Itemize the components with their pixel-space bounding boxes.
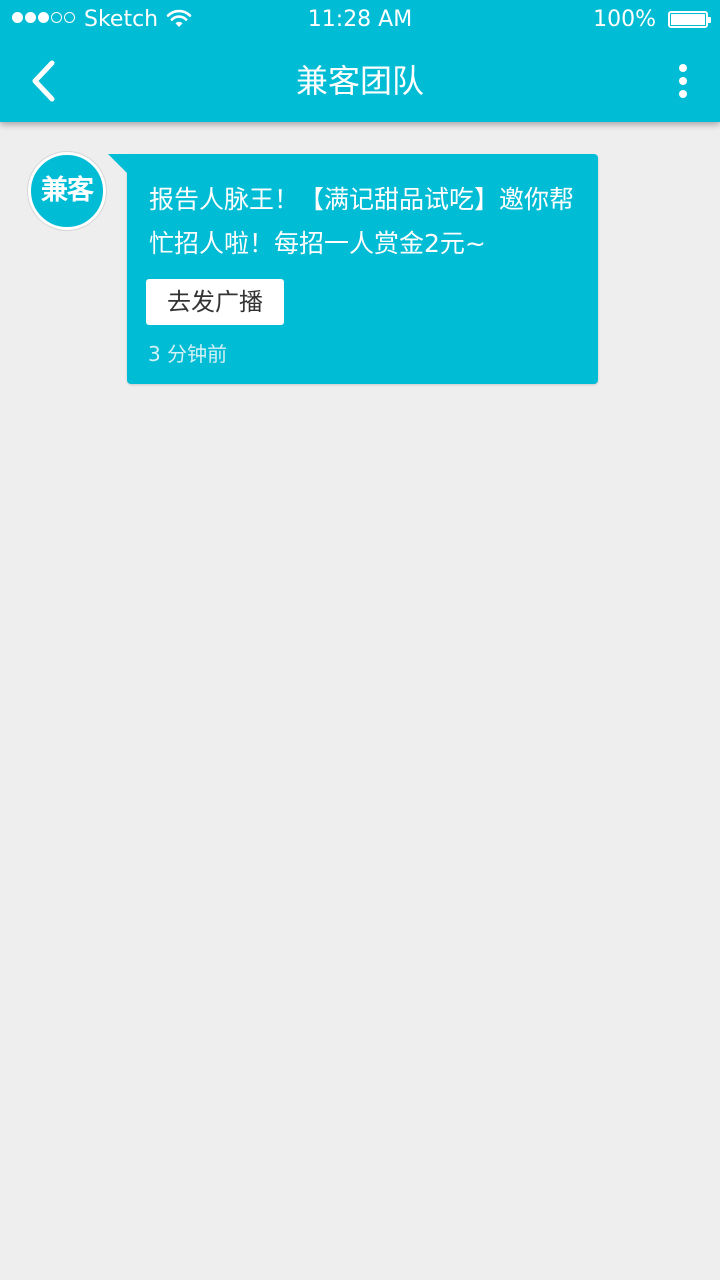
navigation-bar: 兼客团队	[0, 40, 720, 122]
message-timestamp: 3 分钟前	[148, 342, 228, 366]
broadcast-button[interactable]: 去发广播	[146, 279, 284, 325]
message-text: 报告人脉王！【满记甜品试吃】邀你帮忙招人啦！每招一人赏金2元~	[149, 185, 575, 258]
more-menu-button[interactable]	[668, 60, 698, 102]
page-title: 兼客团队	[295, 62, 424, 100]
more-vertical-icon	[679, 64, 687, 72]
top-bar: Sketch 11:28 AM 100% 兼客团队	[0, 0, 720, 122]
avatar[interactable]: 兼客	[28, 152, 106, 230]
message-bubble: 报告人脉王！【满记甜品试吃】邀你帮忙招人啦！每招一人赏金2元~ 去发广播 3 分…	[108, 154, 598, 384]
battery-icon	[668, 11, 711, 28]
bubble-tail	[108, 154, 130, 176]
battery-percentage: 100%	[593, 7, 656, 32]
status-bar: Sketch 11:28 AM 100%	[0, 0, 720, 40]
